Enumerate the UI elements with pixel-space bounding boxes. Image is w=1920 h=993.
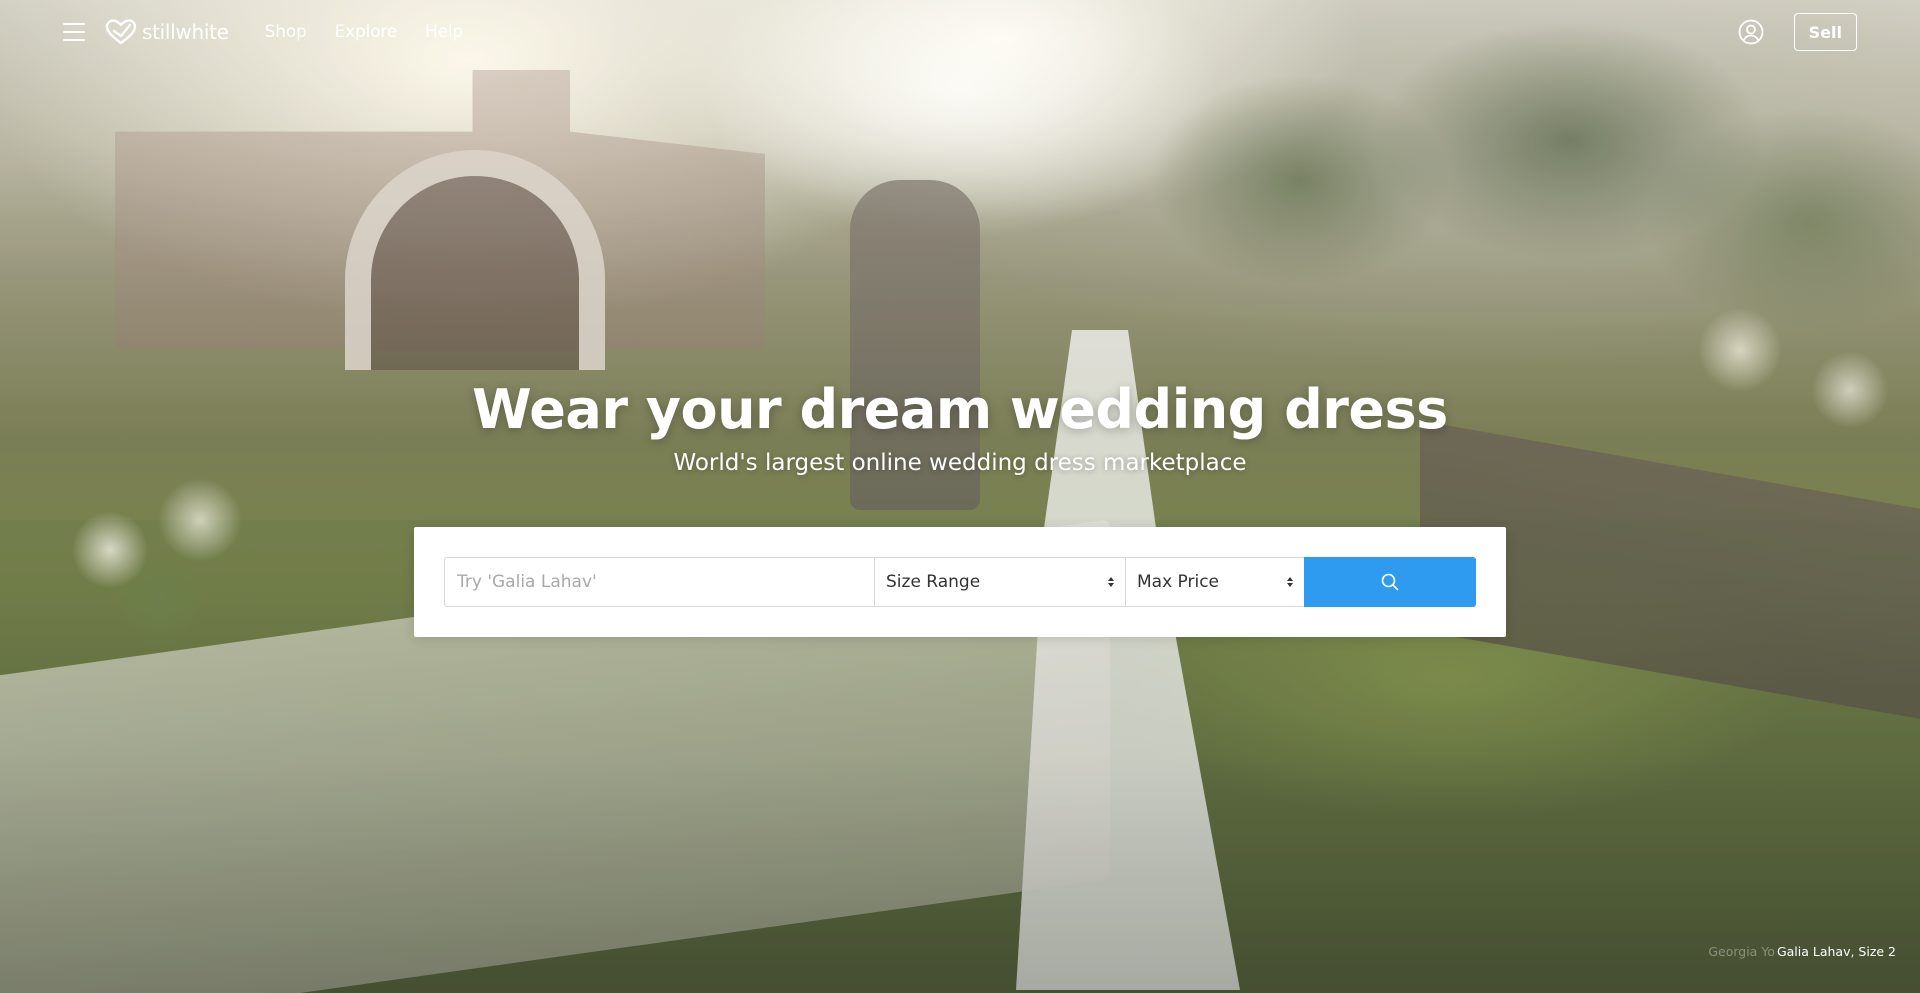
hero-headline: Wear your dream wedding dress <box>472 378 1448 441</box>
max-price-select[interactable]: Max Price <box>1125 557 1304 607</box>
top-nav: stillwhite Shop Explore Help Sell <box>0 0 1920 64</box>
logo-link[interactable]: stillwhite <box>105 19 229 45</box>
search-panel: Size Range Max Price <box>414 527 1506 637</box>
size-range-value: Size Range <box>886 572 981 592</box>
select-arrows-icon <box>1108 577 1114 587</box>
photo-credit-current: Galia Lahav, Size 2 <box>1776 944 1896 959</box>
photo-credit-previous: Georgia Yo <box>1708 944 1775 959</box>
search-input[interactable] <box>444 557 874 607</box>
image-bottom-shade <box>0 753 1920 993</box>
search-icon <box>1381 573 1399 591</box>
user-account-icon[interactable] <box>1738 19 1764 45</box>
logo-text: stillwhite <box>142 20 229 44</box>
main-nav-links: Shop Explore Help <box>265 22 491 42</box>
select-arrows-icon <box>1287 577 1293 587</box>
hamburger-menu-icon[interactable] <box>63 23 85 41</box>
heart-icon <box>105 19 137 45</box>
photo-credit: Georgia Yo Galia Lahav, Size 2 <box>1708 944 1896 959</box>
sell-button[interactable]: Sell <box>1793 13 1857 51</box>
nav-link-help[interactable]: Help <box>425 22 463 42</box>
nav-link-explore[interactable]: Explore <box>335 22 398 42</box>
nav-link-shop[interactable]: Shop <box>265 22 307 42</box>
hero-background-image <box>0 0 1920 993</box>
search-button[interactable] <box>1304 557 1476 607</box>
hero-subheadline: World's largest online wedding dress mar… <box>673 450 1247 476</box>
max-price-value: Max Price <box>1137 572 1220 592</box>
size-range-select[interactable]: Size Range <box>874 557 1125 607</box>
nav-right: Sell <box>1738 13 1857 51</box>
